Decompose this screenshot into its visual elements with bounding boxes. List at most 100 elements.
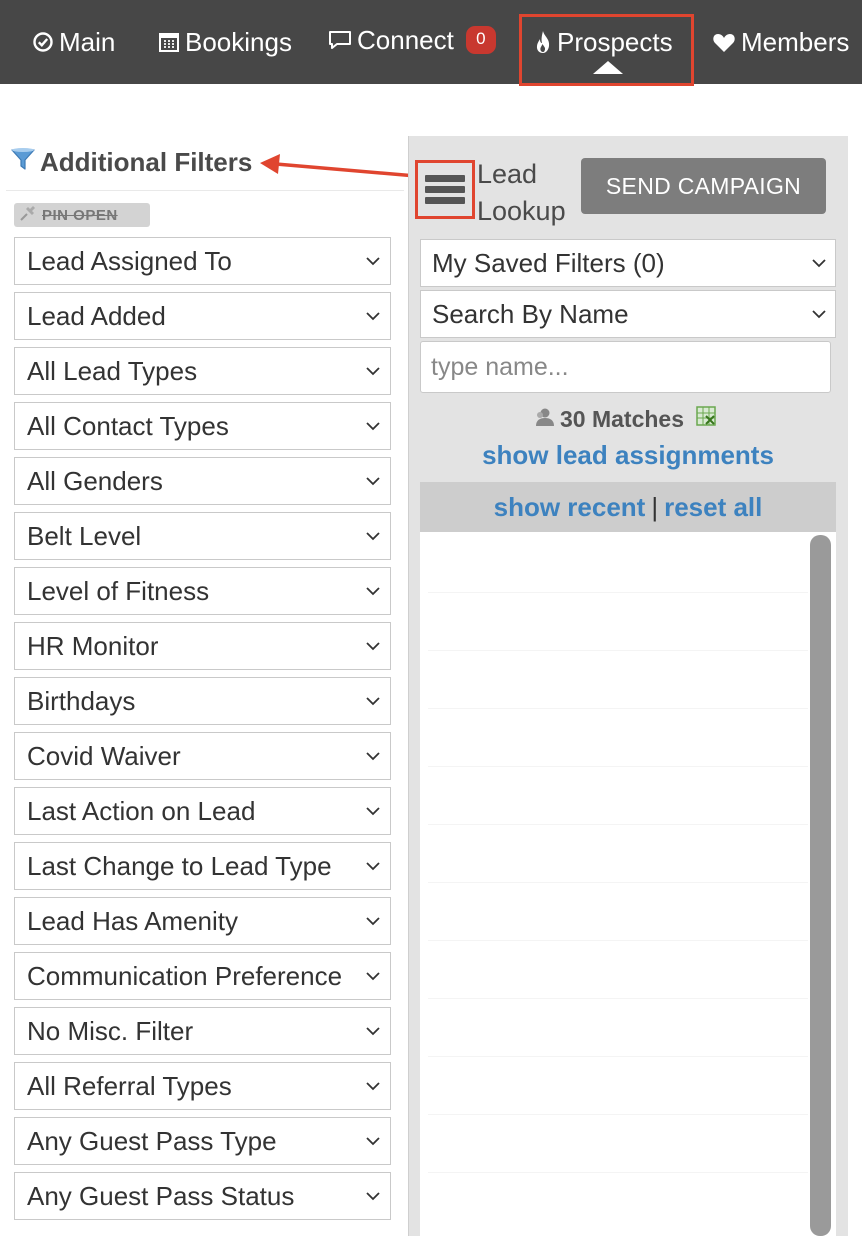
lead-lookup-title: Lead Lookup [477, 156, 577, 230]
flame-icon [534, 30, 552, 54]
list-row-divider [428, 650, 808, 651]
filter-select-value: Birthdays [27, 685, 136, 716]
list-row-divider [428, 940, 808, 941]
chevron-down-icon [366, 367, 380, 376]
filter-select[interactable]: Communication Preference [14, 952, 391, 1000]
filter-select-value: All Contact Types [27, 410, 229, 441]
filter-select[interactable]: HR Monitor [14, 622, 391, 670]
filter-select[interactable]: No Misc. Filter [14, 1007, 391, 1055]
filter-select[interactable]: Belt Level [14, 512, 391, 560]
list-row-divider [428, 708, 808, 709]
chevron-down-icon [366, 422, 380, 431]
chevron-down-icon [366, 752, 380, 761]
filter-select[interactable]: Any Guest Pass Status [14, 1172, 391, 1220]
chevron-down-icon [366, 1027, 380, 1036]
funnel-icon [10, 146, 36, 179]
results-list [420, 532, 836, 1236]
recent-reset-bar: show recent | reset all [420, 482, 836, 532]
results-scrollbar[interactable] [810, 535, 831, 1236]
chevron-down-icon [366, 642, 380, 651]
filter-select[interactable]: All Referral Types [14, 1062, 391, 1110]
filter-select-value: HR Monitor [27, 630, 159, 661]
nav-item-bookings[interactable]: Bookings [158, 0, 292, 84]
heart-icon [712, 31, 736, 53]
filter-select[interactable]: Lead Has Amenity [14, 897, 391, 945]
top-nav: Main Bookings Connect 0 Prospects Member… [0, 0, 862, 84]
filter-select[interactable]: Last Action on Lead [14, 787, 391, 835]
filter-select-value: Belt Level [27, 520, 142, 551]
saved-filters-value: My Saved Filters (0) [432, 247, 665, 278]
nav-item-label: Members [741, 26, 850, 57]
person-icon [532, 406, 556, 433]
nav-item-label: Prospects [557, 26, 673, 57]
chevron-down-icon [366, 532, 380, 541]
list-row-divider [428, 1056, 808, 1057]
pushpin-icon [18, 204, 38, 226]
hamburger-icon [425, 171, 465, 208]
filter-select-value: Lead Assigned To [27, 245, 232, 276]
filter-select-value: Any Guest Pass Status [27, 1180, 295, 1211]
filter-select-value: Covid Waiver [27, 740, 181, 771]
additional-filters-heading[interactable]: Additional Filters [10, 146, 252, 179]
saved-filters-select[interactable]: My Saved Filters (0) [420, 239, 836, 287]
list-row-divider [428, 1172, 808, 1173]
show-lead-assignments-link[interactable]: show lead assignments [420, 440, 836, 471]
filter-select-value: Lead Has Amenity [27, 905, 239, 936]
list-row-divider [428, 824, 808, 825]
hamburger-menu-button[interactable] [415, 160, 475, 219]
list-row-divider [428, 592, 808, 593]
chevron-down-icon [366, 312, 380, 321]
filter-select[interactable]: Birthdays [14, 677, 391, 725]
search-by-value: Search By Name [432, 298, 629, 329]
nav-item-main[interactable]: Main [32, 0, 115, 84]
divider [6, 190, 404, 191]
chevron-down-icon [812, 310, 826, 319]
lead-lookup-title-line1: Lead [477, 159, 538, 189]
filter-select[interactable]: Covid Waiver [14, 732, 391, 780]
show-recent-link[interactable]: show recent [494, 492, 646, 523]
list-row-divider [428, 1114, 808, 1115]
filter-select-value: All Genders [27, 465, 163, 496]
list-row-divider [428, 882, 808, 883]
chevron-down-icon [366, 917, 380, 926]
chevron-down-icon [366, 257, 380, 266]
chevron-down-icon [366, 807, 380, 816]
unread-count-badge: 0 [465, 26, 496, 54]
filter-select[interactable]: All Genders [14, 457, 391, 505]
filter-select-value: Level of Fitness [27, 575, 210, 606]
list-row-divider [428, 766, 808, 767]
filter-select-value: No Misc. Filter [27, 1015, 194, 1046]
match-count: 30 Matches [532, 404, 718, 434]
chevron-down-icon [366, 862, 380, 871]
filter-select[interactable]: Lead Added [14, 292, 391, 340]
filter-select[interactable]: Level of Fitness [14, 567, 391, 615]
nav-item-label: Bookings [185, 26, 292, 57]
filter-select-value: Any Guest Pass Type [27, 1125, 277, 1156]
filter-select-value: Communication Preference [27, 960, 343, 991]
filter-select[interactable]: Last Change to Lead Type [14, 842, 391, 890]
nav-item-members[interactable]: Members [712, 0, 849, 84]
nav-item-connect[interactable]: Connect 0 [328, 0, 496, 82]
filter-select-value: All Referral Types [27, 1070, 232, 1101]
reset-all-link[interactable]: reset all [664, 492, 762, 523]
filter-select[interactable]: All Contact Types [14, 402, 391, 450]
lead-lookup-title-line2: Lookup [477, 196, 566, 226]
search-by-select[interactable]: Search By Name [420, 290, 836, 338]
list-row-divider [428, 998, 808, 999]
pin-open-button[interactable]: PIN OPEN [14, 203, 150, 227]
filter-select[interactable]: Lead Assigned To [14, 237, 391, 285]
name-search-input[interactable] [420, 341, 831, 393]
chevron-down-icon [812, 259, 826, 268]
filter-select[interactable]: Any Guest Pass Type [14, 1117, 391, 1165]
speech-bubble-icon [328, 29, 352, 51]
additional-filters-title: Additional Filters [40, 147, 253, 177]
nav-item-label: Connect [357, 24, 454, 55]
filter-select[interactable]: All Lead Types [14, 347, 391, 395]
nav-item-label: Main [59, 26, 116, 57]
spreadsheet-export-icon[interactable] [694, 404, 718, 434]
separator: | [651, 491, 659, 522]
chevron-down-icon [366, 1192, 380, 1201]
annotation-arrow [260, 154, 416, 178]
send-campaign-button[interactable]: SEND CAMPAIGN [581, 158, 826, 214]
calendar-icon [158, 31, 180, 53]
